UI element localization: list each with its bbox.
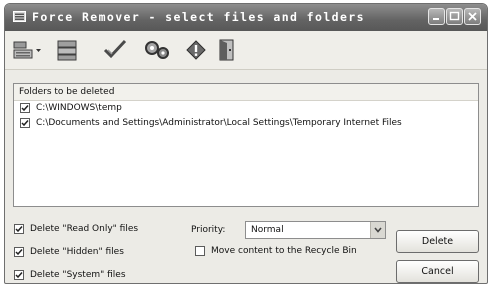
folder-path: C:\Documents and Settings\Administrator\… xyxy=(36,118,402,128)
maximize-button[interactable] xyxy=(446,8,463,25)
checkmark-icon xyxy=(21,105,29,112)
force-remover-window: Force Remover - select files and folders xyxy=(4,3,488,284)
title-bar[interactable]: Force Remover - select files and folders xyxy=(5,4,487,31)
hidden-label: Delete "Hidden" files xyxy=(30,247,124,257)
dropdown-arrow[interactable] xyxy=(370,222,385,238)
window-title: Force Remover - select files and folders xyxy=(32,10,365,24)
files-icon xyxy=(57,40,77,61)
priority-value: Normal xyxy=(251,225,284,235)
system-option[interactable]: Delete "System" files xyxy=(14,268,126,282)
toolbar xyxy=(5,31,487,70)
checkmark-icon xyxy=(21,120,29,127)
close-icon xyxy=(468,12,477,21)
add-file-button[interactable] xyxy=(55,38,81,62)
priority-label: Priority: xyxy=(191,225,226,235)
read-only-checkbox[interactable] xyxy=(14,224,24,234)
system-label: Delete "System" files xyxy=(30,270,126,280)
process-button[interactable] xyxy=(143,38,171,62)
folder-list[interactable]: Folders to be deleted C:\WINDOWS\temp C:… xyxy=(13,83,479,207)
hidden-option[interactable]: Delete "Hidden" files xyxy=(14,245,124,259)
gears-icon xyxy=(145,41,169,59)
list-header: Folders to be deleted xyxy=(14,84,478,101)
minimize-button[interactable] xyxy=(428,8,445,25)
checkmark-icon xyxy=(15,226,23,233)
minimize-icon xyxy=(433,18,439,20)
delete-button[interactable]: Delete xyxy=(396,230,479,253)
chevron-down-icon xyxy=(374,227,382,233)
checkbox[interactable] xyxy=(20,103,30,113)
read-only-label: Delete "Read Only" files xyxy=(30,224,139,234)
recycle-checkbox[interactable] xyxy=(195,246,205,256)
check-all-button[interactable] xyxy=(102,38,128,62)
info-icon xyxy=(186,40,206,60)
hidden-checkbox[interactable] xyxy=(14,247,24,257)
close-button[interactable] xyxy=(464,8,481,25)
read-only-option[interactable]: Delete "Read Only" files xyxy=(14,222,138,236)
checkbox[interactable] xyxy=(20,118,30,128)
add-folder-button[interactable] xyxy=(12,38,42,62)
list-item[interactable]: C:\WINDOWS\temp xyxy=(14,101,478,116)
door-exit-icon xyxy=(219,39,234,61)
checkmark-icon xyxy=(15,272,23,279)
recycle-label: Move content to the Recycle Bin xyxy=(211,246,357,256)
info-button[interactable] xyxy=(183,38,209,62)
app-icon xyxy=(13,11,26,22)
checkmark-icon xyxy=(103,39,127,59)
list-item[interactable]: C:\Documents and Settings\Administrator\… xyxy=(14,116,478,131)
maximize-icon xyxy=(449,11,460,21)
add-folder-icon xyxy=(13,41,41,59)
checkmark-icon xyxy=(15,249,23,256)
folder-path: C:\WINDOWS\temp xyxy=(36,103,122,113)
recycle-option[interactable]: Move content to the Recycle Bin xyxy=(195,244,357,258)
priority-select[interactable]: Normal xyxy=(245,221,386,239)
system-checkbox[interactable] xyxy=(14,270,24,280)
exit-button[interactable] xyxy=(215,38,239,62)
cancel-button[interactable]: Cancel xyxy=(396,260,479,283)
